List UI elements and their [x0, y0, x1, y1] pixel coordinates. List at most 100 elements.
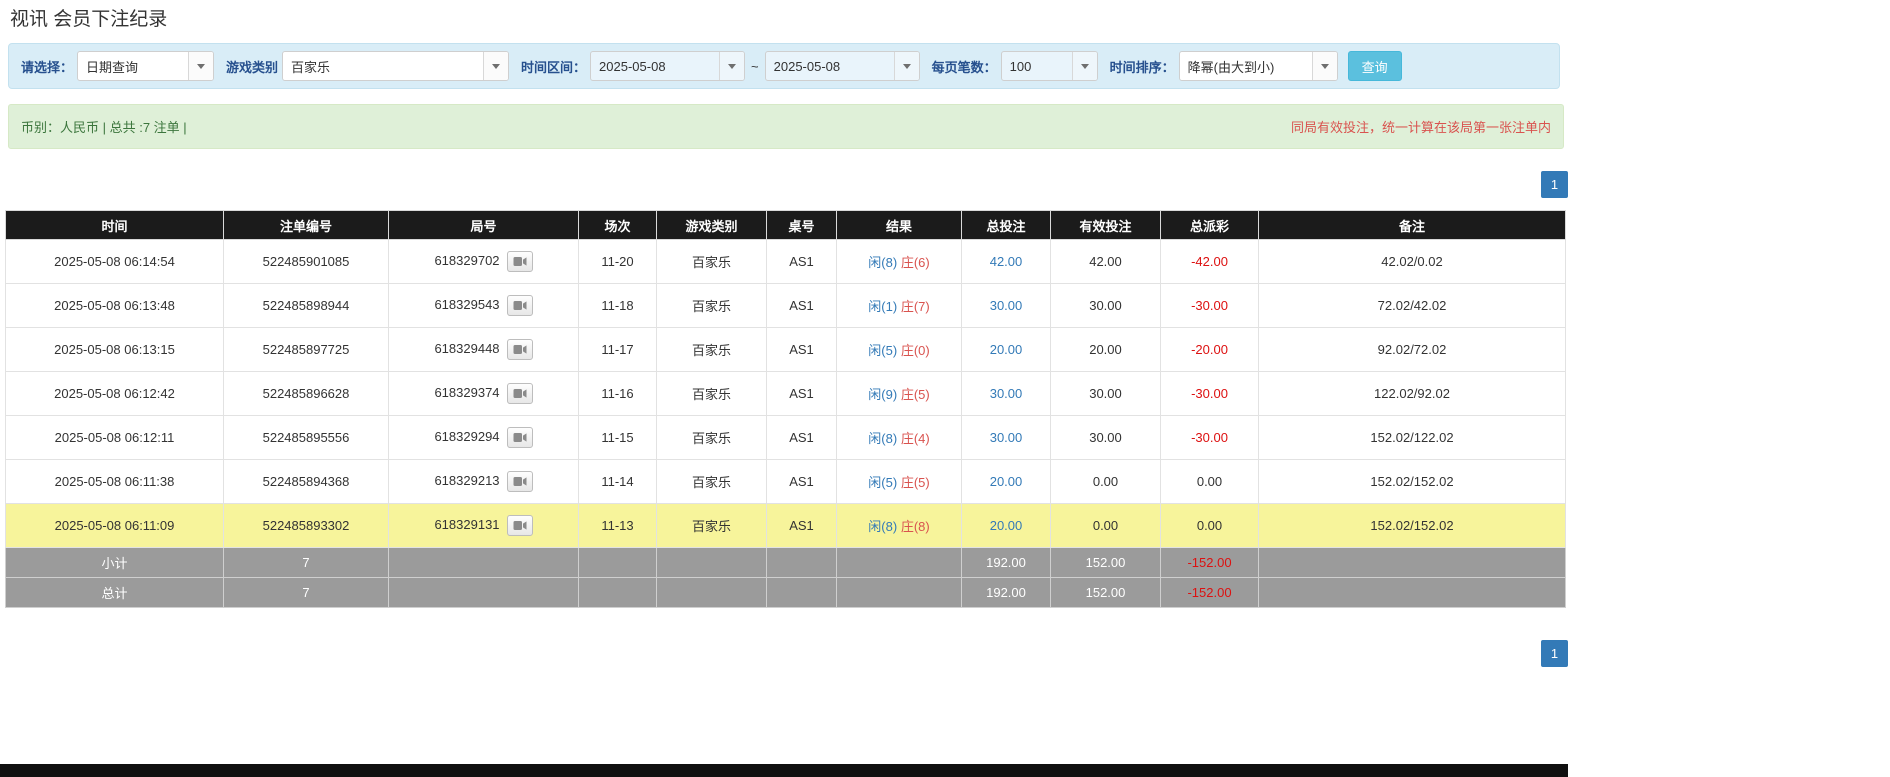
payout-cell: -20.00 — [1160, 327, 1259, 372]
round-id-cell: 618329294 — [388, 415, 579, 460]
total-bet-cell: 20.00 — [961, 327, 1051, 372]
date-from-dropdown-button[interactable] — [719, 52, 745, 80]
search-button[interactable]: 查询 — [1347, 51, 1402, 81]
total-bet-link[interactable]: 30.00 — [990, 430, 1023, 445]
query-type-dropdown-button[interactable] — [188, 52, 214, 80]
session-cell: 11-16 — [578, 371, 657, 416]
valid-bet-cell: 42.00 — [1050, 239, 1161, 284]
total-bet-cell: 30.00 — [961, 415, 1051, 460]
video-icon — [513, 477, 527, 486]
result-player: 闲(5) — [868, 475, 898, 490]
round-id-cell: 618329213 — [388, 459, 579, 504]
date-from-combobox — [590, 51, 746, 81]
sort-order-combobox — [1178, 51, 1338, 81]
page-size-input[interactable] — [1001, 52, 1072, 80]
video-replay-button[interactable] — [506, 295, 533, 316]
round-id-cell: 618329448 — [388, 327, 579, 372]
result-banker: 庄(6) — [900, 255, 930, 270]
total-bet-link[interactable]: 30.00 — [990, 298, 1023, 313]
valid-bet-cell: 20.00 — [1050, 327, 1161, 372]
result-banker: 庄(5) — [900, 475, 930, 490]
col-header-time: 时间 — [5, 210, 224, 240]
footer-bar — [0, 764, 1568, 777]
chevron-down-icon — [728, 63, 737, 69]
bet-id-cell: 522485901085 — [223, 239, 389, 284]
video-replay-button[interactable] — [506, 471, 533, 492]
page-title: 视讯 会员下注纪录 — [10, 9, 168, 30]
page-size-dropdown-button[interactable] — [1071, 52, 1097, 80]
round-id-text: 618329131 — [434, 516, 500, 532]
video-replay-button[interactable] — [506, 383, 533, 404]
page-1-button[interactable]: 1 — [1541, 171, 1568, 198]
result-banker: 庄(4) — [900, 431, 930, 446]
col-header-session: 场次 — [578, 210, 657, 240]
chevron-down-icon — [1320, 63, 1329, 69]
page-size-combobox — [1000, 51, 1098, 81]
result-player: 闲(8) — [868, 255, 898, 270]
round-id-text: 618329543 — [434, 296, 500, 312]
game-type-dropdown-button[interactable] — [483, 52, 509, 80]
grand-total-total-bet: 192.00 — [961, 577, 1051, 608]
result-cell: 闲(8) 庄(4) — [836, 415, 962, 460]
result-cell: 闲(9) 庄(5) — [836, 371, 962, 416]
col-header-bet-id: 注单编号 — [223, 210, 389, 240]
page-size-label: 每页笔数： — [931, 59, 997, 75]
valid-bet-cell: 30.00 — [1050, 415, 1161, 460]
page-1-button[interactable]: 1 — [1541, 640, 1568, 667]
time-cell: 2025-05-08 06:12:11 — [5, 415, 224, 460]
round-id-cell: 618329374 — [388, 371, 579, 416]
round-id-text: 618329448 — [434, 340, 500, 356]
col-header-payout: 总派彩 — [1160, 210, 1259, 240]
video-replay-button[interactable] — [506, 339, 533, 360]
bet-id-cell: 522485897725 — [223, 327, 389, 372]
table-header-row: 时间 注单编号 局号 场次 游戏类别 桌号 结果 总投注 有效投注 总派彩 备注 — [5, 210, 1566, 240]
result-banker: 庄(7) — [900, 299, 930, 314]
table-row: 2025-05-08 06:11:38 522485894368 6183292… — [5, 459, 1566, 504]
table-no-cell: AS1 — [766, 459, 837, 504]
table-no-cell: AS1 — [766, 327, 837, 372]
total-bet-link[interactable]: 20.00 — [990, 342, 1023, 357]
subtotal-count: 7 — [223, 547, 389, 578]
date-to-combobox — [764, 51, 920, 81]
bet-id-cell: 522485896628 — [223, 371, 389, 416]
subtotal-valid-bet: 152.00 — [1050, 547, 1161, 578]
game-type-cell: 百家乐 — [656, 459, 767, 504]
filter-bar: 请选择： 游戏类别 时间区间： ~ 每页笔数： 时间排序： 查询 — [8, 43, 1560, 89]
round-id-cell: 618329543 — [388, 283, 579, 328]
sort-order-input[interactable] — [1179, 52, 1312, 80]
subtotal-row: 小计 7 192.00 152.00 -152.00 — [5, 547, 1566, 578]
round-id-text: 618329702 — [434, 252, 500, 268]
game-type-cell: 百家乐 — [656, 283, 767, 328]
game-type-cell: 百家乐 — [656, 239, 767, 284]
payout-cell: -42.00 — [1160, 239, 1259, 284]
chevron-down-icon — [1080, 63, 1089, 69]
time-cell: 2025-05-08 06:11:38 — [5, 459, 224, 504]
remark-cell: 152.02/152.02 — [1258, 503, 1566, 548]
result-cell: 闲(5) 庄(0) — [836, 327, 962, 372]
date-from-input[interactable] — [591, 52, 720, 80]
summary-notice-bar: 币别：人民币 | 总共 :7 注单 | 同局有效投注，统一计算在该局第一张注单内 — [8, 104, 1564, 149]
game-type-input[interactable] — [283, 52, 484, 80]
result-banker: 庄(0) — [900, 343, 930, 358]
session-cell: 11-14 — [578, 459, 657, 504]
valid-bet-cell: 0.00 — [1050, 503, 1161, 548]
video-replay-button[interactable] — [506, 515, 533, 536]
total-bet-link[interactable]: 30.00 — [990, 386, 1023, 401]
total-bet-link[interactable]: 20.00 — [990, 474, 1023, 489]
col-header-total-bet: 总投注 — [961, 210, 1051, 240]
game-type-cell: 百家乐 — [656, 503, 767, 548]
video-replay-button[interactable] — [506, 427, 533, 448]
result-cell: 闲(5) 庄(5) — [836, 459, 962, 504]
total-bet-link[interactable]: 42.00 — [990, 254, 1023, 269]
grand-total-valid-bet: 152.00 — [1050, 577, 1161, 608]
query-type-input[interactable] — [78, 52, 189, 80]
total-bet-link[interactable]: 20.00 — [990, 518, 1023, 533]
col-header-table-no: 桌号 — [766, 210, 837, 240]
result-player: 闲(9) — [868, 387, 898, 402]
subtotal-label: 小计 — [5, 547, 224, 578]
date-to-input[interactable] — [765, 52, 894, 80]
round-id-text: 618329374 — [434, 384, 500, 400]
sort-order-dropdown-button[interactable] — [1311, 52, 1337, 80]
video-replay-button[interactable] — [506, 251, 533, 272]
date-to-dropdown-button[interactable] — [893, 52, 919, 80]
